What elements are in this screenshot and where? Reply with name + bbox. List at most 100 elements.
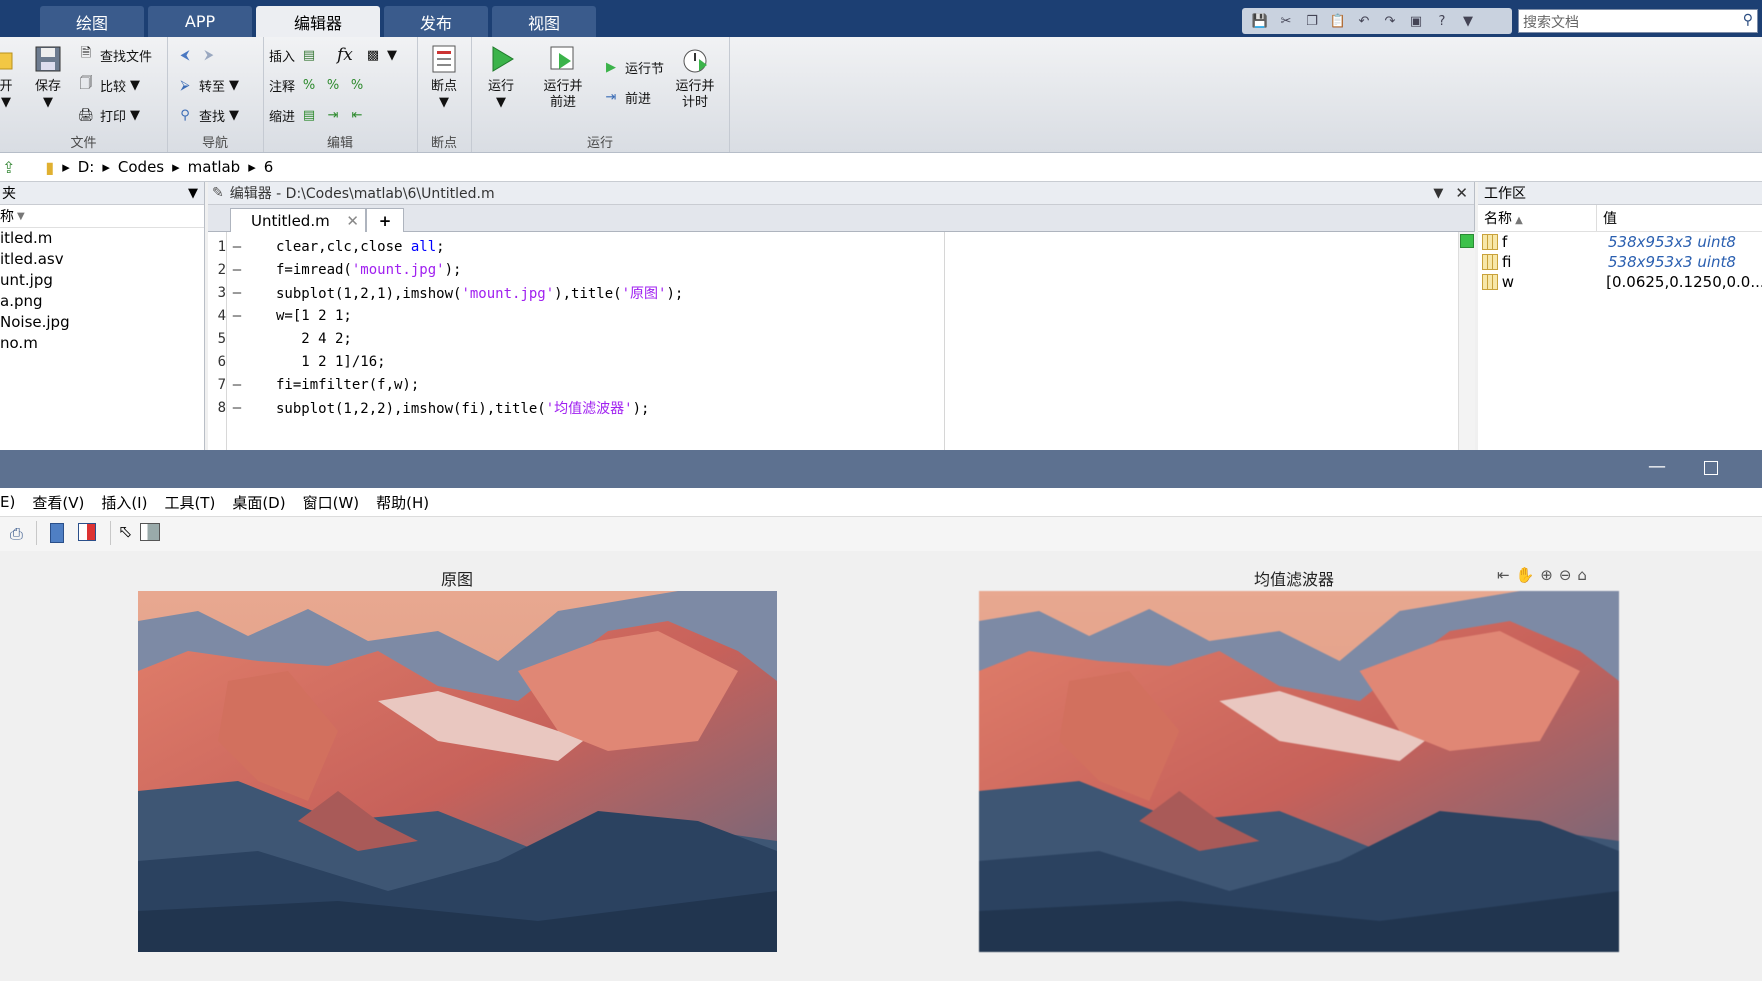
run-and-time-button[interactable]: 运行并 计时 bbox=[667, 43, 723, 111]
find-button[interactable]: ⚲ 查找 ▼ bbox=[175, 105, 239, 125]
figure-menu-item[interactable]: 插入(I) bbox=[101, 492, 147, 513]
indent-button[interactable]: 缩进 ▤ ⇥ ⇤ bbox=[269, 105, 367, 125]
redo-icon[interactable]: ↷ bbox=[1380, 12, 1400, 30]
status-indicator[interactable] bbox=[1460, 234, 1474, 248]
save-icon[interactable]: 💾 bbox=[1250, 12, 1270, 30]
advance-button[interactable]: ⇥ 前进 bbox=[601, 87, 651, 107]
property-editor-icon[interactable] bbox=[140, 523, 160, 541]
tab-editor[interactable]: 编辑器 bbox=[256, 6, 380, 37]
insert-function-button[interactable]: fx bbox=[337, 45, 353, 65]
breakpoint-marker[interactable]: — bbox=[226, 239, 248, 255]
zoom-in-icon[interactable]: ⊕ bbox=[1540, 566, 1553, 584]
code-token: ); bbox=[666, 286, 684, 302]
forward-arrow-icon[interactable]: ⮞ bbox=[199, 45, 219, 65]
search-icon[interactable]: ⚲ bbox=[1743, 12, 1753, 28]
breakpoints-button[interactable]: 断点 ▼ bbox=[423, 43, 465, 111]
breadcrumb-matlab[interactable]: matlab bbox=[188, 158, 241, 176]
pan-hand-icon[interactable]: ✋ bbox=[1516, 566, 1535, 584]
tab-untitled[interactable]: Untitled.m ✕ bbox=[230, 208, 366, 232]
open-button[interactable]: 开 ▼ bbox=[0, 43, 20, 111]
home-icon[interactable]: ⌂ bbox=[1577, 566, 1587, 584]
colorbar-icon[interactable] bbox=[50, 523, 64, 543]
tab-plots[interactable]: 绘图 bbox=[40, 6, 144, 37]
workspace-variable-row[interactable]: f 538x953x3 uint8 bbox=[1478, 232, 1762, 252]
code-line[interactable]: 8— subplot(1,2,2),imshow(fi),title('均值滤波器… bbox=[208, 395, 650, 421]
workspace-variable-row[interactable]: w [0.0625,0.1250,0.0... bbox=[1478, 272, 1762, 292]
group-label-run: 运行 bbox=[586, 136, 613, 151]
breakpoint-marker[interactable]: — bbox=[226, 285, 248, 301]
comment-button[interactable]: 注释%%% bbox=[269, 75, 367, 95]
new-tab-button[interactable]: + bbox=[366, 208, 404, 232]
breadcrumb-codes[interactable]: Codes bbox=[118, 158, 164, 176]
switch-window-icon[interactable]: ▣ bbox=[1406, 12, 1426, 30]
folder-icon[interactable]: ▮ bbox=[45, 158, 54, 177]
up-folder-icon[interactable]: ⇪ bbox=[2, 158, 15, 177]
close-icon[interactable]: ✕ bbox=[1455, 184, 1468, 202]
find-files-button[interactable]: 🗎 查找文件 bbox=[76, 45, 152, 65]
breakpoint-marker[interactable]: — bbox=[226, 262, 248, 278]
export-icon[interactable]: ⇤ bbox=[1497, 566, 1510, 584]
breakpoint-marker[interactable]: — bbox=[226, 308, 248, 324]
figure-menu-item[interactable]: 工具(T) bbox=[164, 492, 215, 513]
print-figure-icon[interactable]: ⎙ bbox=[10, 524, 23, 544]
zoom-out-icon[interactable]: ⊖ bbox=[1559, 566, 1572, 584]
undo-icon[interactable]: ↶ bbox=[1354, 12, 1374, 30]
insert-button[interactable]: 插入 ▤ bbox=[269, 45, 319, 65]
file-list-item[interactable]: Noise.jpg bbox=[0, 312, 204, 333]
maximize-icon[interactable] bbox=[1704, 461, 1718, 475]
run-advance-label-1: 运行并 bbox=[543, 79, 583, 94]
cut-icon[interactable]: ✂ bbox=[1276, 12, 1296, 30]
print-button[interactable]: 🖨 打印 ▼ bbox=[76, 105, 140, 125]
tab-view[interactable]: 视图 bbox=[492, 6, 596, 37]
file-list-item[interactable]: no.m bbox=[0, 333, 204, 354]
tab-apps[interactable]: APP bbox=[148, 6, 252, 37]
save-button[interactable]: 保存 ▼ bbox=[30, 43, 66, 111]
breadcrumb-6[interactable]: 6 bbox=[264, 158, 274, 176]
code-area[interactable]: 1— clear,clc,close all; 2— f=imread('mount.… bbox=[208, 232, 1458, 450]
insert-more-button[interactable]: ▩ ▼ bbox=[363, 45, 397, 65]
file-list-item[interactable]: itled.m bbox=[0, 228, 204, 249]
file-list-item[interactable]: itled.asv bbox=[0, 249, 204, 270]
help-icon[interactable]: ? bbox=[1432, 12, 1452, 30]
matrix-icon bbox=[1482, 274, 1498, 290]
figure-menu-item[interactable]: 窗口(W) bbox=[303, 492, 360, 513]
panel-menu-icon[interactable]: ▼ bbox=[188, 186, 198, 201]
run-and-advance-button[interactable]: 运行并 前进 bbox=[535, 43, 591, 111]
paste-icon[interactable]: 📋 bbox=[1328, 12, 1348, 30]
file-list-item[interactable]: unt.jpg bbox=[0, 270, 204, 291]
search-input[interactable]: 搜索文档 ⚲ bbox=[1518, 9, 1758, 33]
file-list-item[interactable]: a.png bbox=[0, 291, 204, 312]
figure-menu-item[interactable]: 桌面(D) bbox=[232, 492, 285, 513]
tab-label: 视图 bbox=[527, 13, 560, 33]
file-list: itled.m itled.asv unt.jpg a.png Noise.jpg no.… bbox=[0, 228, 204, 354]
nav-arrows[interactable]: ⮜ ⮞ bbox=[175, 45, 219, 65]
name-column-header[interactable]: 名称 ▲ bbox=[1484, 208, 1596, 228]
breakpoint-marker[interactable]: — bbox=[226, 400, 248, 416]
file-column-header[interactable]: 称 ▼ bbox=[0, 205, 204, 228]
goto-label: 转至 bbox=[199, 79, 226, 95]
left-image-original[interactable] bbox=[138, 591, 777, 952]
legend-icon[interactable] bbox=[78, 523, 96, 541]
chevron-down-icon[interactable]: ▼ bbox=[1458, 12, 1478, 30]
figure-menu-item[interactable]: 查看(V) bbox=[32, 492, 84, 513]
value-column-header[interactable]: 值 bbox=[1596, 205, 1617, 231]
right-image-mean-filter[interactable] bbox=[979, 591, 1619, 952]
breakpoint-marker[interactable]: — bbox=[226, 377, 248, 393]
breadcrumb-drive[interactable]: D: bbox=[78, 158, 95, 176]
compare-button[interactable]: 🗍 比较 ▼ bbox=[76, 75, 141, 95]
workspace-variable-row[interactable]: fi 538x953x3 uint8 bbox=[1478, 252, 1762, 272]
panel-menu-icon[interactable]: ▼ bbox=[1433, 186, 1443, 201]
figure-menu-item[interactable]: 帮助(H) bbox=[376, 492, 429, 513]
run-section-button[interactable]: ▶ 运行节 bbox=[601, 57, 664, 77]
pointer-icon[interactable]: ⬁ bbox=[118, 522, 132, 542]
tab-publish[interactable]: 发布 bbox=[384, 6, 488, 37]
ribbon: 开▼ 保存▼ 🗎查找文件 🗍比较▼ 🖨打印▼ 文件 ⮜⮞ ⮚转至▼ ⚲查找▼ 文… bbox=[0, 37, 1762, 153]
goto-button[interactable]: ⮚ 转至 ▼ bbox=[175, 75, 239, 95]
run-button[interactable]: 运行 ▼ bbox=[479, 43, 523, 111]
close-tab-icon[interactable]: ✕ bbox=[346, 212, 359, 230]
right-margin-line bbox=[944, 232, 945, 450]
copy-icon[interactable]: ❐ bbox=[1302, 12, 1322, 30]
figure-menu-item[interactable]: E) bbox=[0, 493, 15, 511]
minimize-icon[interactable]: — bbox=[1648, 456, 1666, 477]
back-arrow-icon[interactable]: ⮜ bbox=[175, 45, 195, 65]
